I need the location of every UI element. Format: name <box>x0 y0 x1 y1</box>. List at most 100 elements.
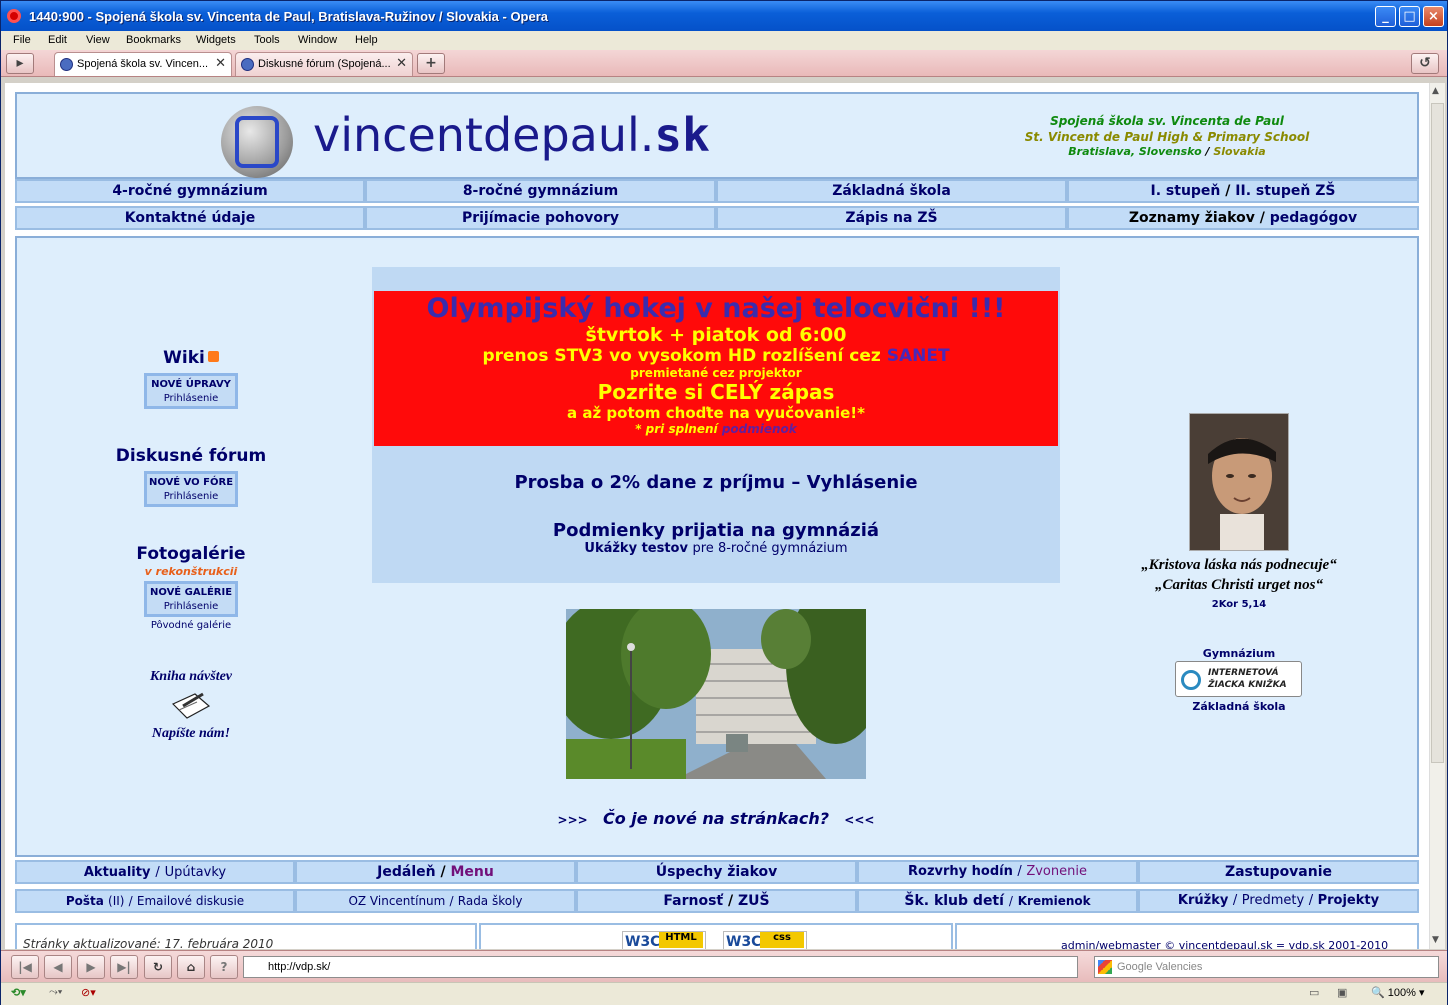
tax-2-percent-link[interactable]: Prosba o 2% dane z príjmu – Vyhlásenie <box>372 472 1060 493</box>
nav-menu-link[interactable]: Menu <box>450 864 493 880</box>
scrollbar-thumb[interactable] <box>1431 103 1444 763</box>
nav-posta-link[interactable]: Pošta <box>66 894 104 908</box>
wiki-title[interactable]: Wiki <box>101 348 281 368</box>
admission-conditions-link[interactable]: Podmienky prijatia na gymnáziá <box>372 520 1060 541</box>
menu-help[interactable]: Help <box>355 34 378 46</box>
whats-new-link[interactable]: Čo je nové na stránkach? <box>603 809 829 828</box>
close-button[interactable]: × <box>1423 6 1444 27</box>
ezk-badge[interactable]: INTERNETOVÁ ŽIACKA KNIŽKA <box>1175 661 1302 697</box>
tab-forum[interactable]: Diskusné fórum (Spojená... ✕ <box>235 52 413 76</box>
nav-zakladna-skola[interactable]: Základná škola <box>716 179 1067 203</box>
menu-widgets[interactable]: Widgets <box>196 34 236 46</box>
nav-kruzky-link[interactable]: Krúžky <box>1178 893 1228 908</box>
nav-emailove-link[interactable]: Emailové diskusie <box>137 894 244 908</box>
scroll-down-icon[interactable]: ▼ <box>1432 935 1439 945</box>
tab-close-icon[interactable]: ✕ <box>215 56 226 71</box>
menu-view[interactable]: View <box>86 34 110 46</box>
wiki-login-link[interactable]: Prihlásenie <box>164 393 219 404</box>
menu-bookmarks[interactable]: Bookmarks <box>126 34 181 46</box>
menu-window[interactable]: Window <box>298 34 337 46</box>
view-toggle-icon[interactable]: ▣ <box>1337 986 1347 999</box>
home-button[interactable]: ⌂ <box>177 955 205 979</box>
gallery-new-button[interactable]: NOVÉ GALÉRIE Prihlásenie <box>144 581 238 617</box>
nav-posta-ii-link[interactable]: (II) <box>108 894 124 908</box>
reload-button[interactable]: ↻ <box>144 955 172 979</box>
status-bar: ⟲▾ ⤳▾ ⊘▾ ▭ ▣ 🔍 100% ▾ <box>1 982 1447 1005</box>
minimize-button[interactable]: _ <box>1375 6 1396 27</box>
gallery-login-link[interactable]: Prihlásenie <box>164 601 219 612</box>
sample-tests-link[interactable]: Ukážky testov <box>584 541 688 556</box>
nav-i-stupen[interactable]: I. stupeň <box>1151 183 1221 199</box>
nav-zapis-na-zs[interactable]: Zápis na ZŠ <box>716 206 1067 230</box>
nav-skd-link[interactable]: Šk. klub detí <box>904 893 1004 909</box>
scroll-up-icon[interactable]: ▲ <box>1432 86 1439 96</box>
rewind-button[interactable]: |◀ <box>11 955 39 979</box>
menu-tools[interactable]: Tools <box>254 34 280 46</box>
nav-oz-link[interactable]: OZ Vincentínum <box>348 894 445 908</box>
wiki-new-edits-button[interactable]: NOVÉ ÚPRAVY Prihlásenie <box>144 373 238 409</box>
nav-aktuality-link[interactable]: Aktuality <box>84 865 151 880</box>
address-field[interactable]: http://vdp.sk/ <box>243 956 1078 978</box>
nav-uspechy-ziakov[interactable]: Úspechy žiakov <box>576 860 857 884</box>
tab-close-icon[interactable]: ✕ <box>396 56 407 71</box>
forward-button[interactable]: ▶ <box>77 955 105 979</box>
forum-title[interactable]: Diskusné fórum <box>101 446 281 466</box>
site-logo-text[interactable]: vincentdepaul.sk <box>313 108 710 162</box>
admin-webmaster-link[interactable]: admin/webmaster © vincentdepaul.sk = vdp… <box>1061 939 1388 949</box>
write-us-link[interactable]: Napíšte nám! <box>101 726 281 742</box>
nav-predmety-link[interactable]: Predmety <box>1242 893 1304 908</box>
share-icon[interactable]: ⤳▾ <box>49 986 62 999</box>
school-city: Bratislava, Slovensko / Slovakia <box>1068 145 1266 158</box>
nav-jedalen-link[interactable]: Jedáleň <box>377 864 435 880</box>
trash-closed-tabs-button[interactable]: ↺ <box>1411 53 1439 74</box>
sanet-link[interactable]: SANET <box>887 346 950 366</box>
ezk-zs-link[interactable]: Základná škola <box>1109 700 1369 713</box>
forum-new-posts-button[interactable]: NOVÉ VO FÓRE Prihlásenie <box>144 471 238 507</box>
nav-projekty-link[interactable]: Projekty <box>1318 893 1379 908</box>
menu-file[interactable]: File <box>13 34 31 46</box>
nav-farnost-link[interactable]: Farnosť <box>663 893 723 909</box>
gallery-title[interactable]: Fotogalérie <box>101 544 281 564</box>
ezk-gymnazium-link[interactable]: Gymnázium <box>1109 647 1369 660</box>
block-icon[interactable]: ⊘▾ <box>81 986 96 999</box>
footer-updated: Stránky aktualizované: 17. februára 2010 <box>15 923 477 949</box>
nav-rada-link[interactable]: Rada školy <box>458 894 523 908</box>
panels-toggle-button[interactable]: ▸ <box>6 53 34 74</box>
nav-pedagogov[interactable]: pedagógov <box>1270 210 1357 226</box>
guestbook-pen-icon[interactable] <box>171 690 211 720</box>
sync-icon[interactable]: ⟲▾ <box>11 986 26 999</box>
nav-prijimacie-pohovory[interactable]: Prijímacie pohovory <box>365 206 716 230</box>
conditions-link[interactable]: podmienok <box>722 422 797 436</box>
nav-kontaktne-udaje[interactable]: Kontaktné údaje <box>15 206 365 230</box>
zoom-level[interactable]: 🔍 100% ▾ <box>1371 986 1424 999</box>
maximize-button[interactable]: □ <box>1399 6 1420 27</box>
menu-edit[interactable]: Edit <box>48 34 67 46</box>
tab-bar: ▸ Spojená škola sv. Vincen... ✕ Diskusné… <box>1 50 1447 77</box>
nav-zus-link[interactable]: ZUŠ <box>738 893 770 909</box>
vertical-scrollbar[interactable]: ▲ ▼ <box>1429 83 1445 949</box>
fast-forward-button[interactable]: ▶| <box>110 955 138 979</box>
guestbook-link[interactable]: Kniha návštev <box>101 669 281 685</box>
rss-icon[interactable] <box>207 351 219 362</box>
panel-toggle-icon[interactable]: ▭ <box>1309 986 1319 999</box>
nav-uputavky-link[interactable]: Upútavky <box>165 865 227 880</box>
nav-kremienok-link[interactable]: Kremienok <box>1018 894 1091 908</box>
new-tab-button[interactable]: + <box>417 53 445 74</box>
w3c-css-badge[interactable]: W3C css <box>723 931 807 949</box>
nav-rozvrhy-link[interactable]: Rozvrhy hodín <box>908 864 1013 879</box>
school-emblem-logo[interactable] <box>221 106 293 178</box>
w3c-html-badge[interactable]: W3C HTML <box>622 931 706 949</box>
search-field[interactable]: Google Valencies <box>1094 956 1439 978</box>
nav-zoznamy-ziakov[interactable]: Zoznamy žiakov <box>1129 210 1255 226</box>
wand-button[interactable]: ? <box>210 955 238 979</box>
nav-4-rocne-gymnazium[interactable]: 4-ročné gymnázium <box>15 179 365 203</box>
gallery-old-link[interactable]: Pôvodné galérie <box>101 620 281 631</box>
back-button[interactable]: ◀ <box>44 955 72 979</box>
forum-login-link[interactable]: Prihlásenie <box>164 491 219 502</box>
tab-school[interactable]: Spojená škola sv. Vincen... ✕ <box>54 52 232 76</box>
nav-zastupovanie[interactable]: Zastupovanie <box>1138 860 1419 884</box>
google-search-icon[interactable] <box>1098 960 1112 974</box>
nav-ii-stupen[interactable]: II. stupeň ZŠ <box>1235 183 1335 199</box>
nav-8-rocne-gymnazium[interactable]: 8-ročné gymnázium <box>365 179 716 203</box>
nav-zvonenie-link[interactable]: Zvonenie <box>1026 864 1087 879</box>
